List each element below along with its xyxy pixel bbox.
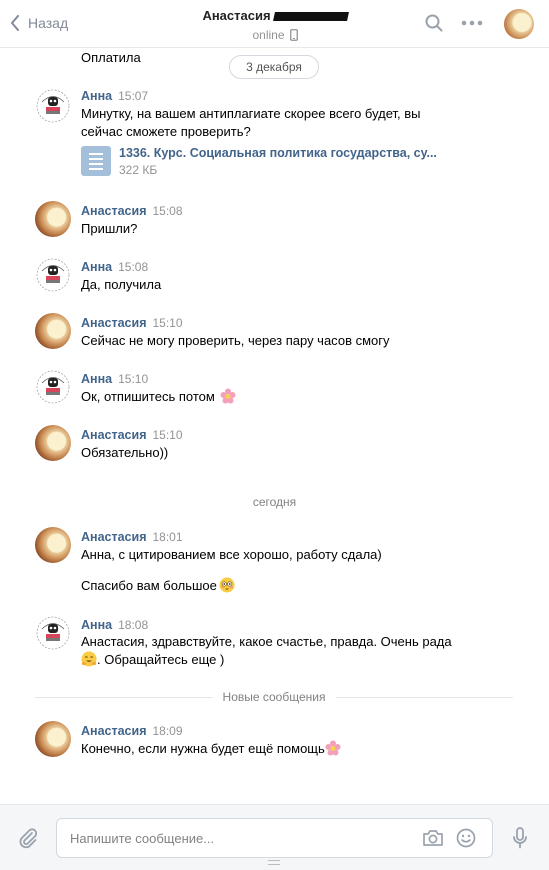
author-label: Анастасия xyxy=(81,204,147,218)
contact-name: Анастасия xyxy=(202,8,271,23)
author-name[interactable]: Анастасия 15:08 xyxy=(81,204,183,218)
flushed-face-emoji-icon xyxy=(219,577,235,593)
status-text: online xyxy=(252,28,285,42)
message-body: Конечно, если нужна будет ещё помощь xyxy=(81,741,325,756)
chat-title-block[interactable]: Анастасия online xyxy=(150,8,400,42)
chat-title: Анастасия xyxy=(150,8,400,23)
file-size: 322 КБ xyxy=(119,163,158,177)
paperclip-icon[interactable] xyxy=(18,827,38,849)
message-text: Обязательно)) xyxy=(81,445,169,460)
message-body: Ок, отпишитесь потом xyxy=(81,389,215,404)
anastasia-avatar[interactable] xyxy=(35,527,71,563)
message-text: Спасибо вам большое xyxy=(81,577,501,595)
message-time: 15:07 xyxy=(118,89,149,103)
author-label: Анастасия xyxy=(81,428,147,442)
message-text: Анастасия, здравствуйте, какое счастье, … xyxy=(81,633,501,669)
author-label: Анастасия xyxy=(81,724,147,738)
author-label: Анастасия xyxy=(81,316,147,330)
new-messages-divider: Новые сообщения xyxy=(35,690,513,704)
date-separator-today: сегодня xyxy=(252,495,297,509)
message-time: 15:08 xyxy=(152,204,183,218)
file-name[interactable]: 1336. Курс. Социальная политика государс… xyxy=(119,146,437,160)
message-text: Минутку, на вашем антиплагиате скорее вс… xyxy=(81,106,421,139)
flower-emoji-icon xyxy=(325,740,341,756)
message-body: Спасибо вам большое xyxy=(81,578,217,593)
message-time: 15:10 xyxy=(118,372,149,386)
seal-logo-icon xyxy=(36,370,70,404)
message-text: Конечно, если нужна будет ещё помощь xyxy=(81,740,501,758)
message-time: 18:09 xyxy=(152,724,183,738)
document-icon xyxy=(81,146,111,176)
seal-logo-icon xyxy=(36,89,70,123)
author-name[interactable]: Анастасия 15:10 xyxy=(81,316,183,330)
message-input[interactable] xyxy=(70,819,410,857)
chevron-left-icon xyxy=(11,15,19,31)
message-time: 18:01 xyxy=(152,530,183,544)
anastasia-avatar[interactable] xyxy=(35,313,71,349)
message-time: 18:08 xyxy=(118,618,149,632)
search-icon[interactable] xyxy=(425,14,443,32)
anna-avatar[interactable] xyxy=(35,88,71,124)
message-text: Оплатила xyxy=(81,50,141,65)
file-attachment[interactable]: 1336. Курс. Социальная политика государс… xyxy=(81,146,437,177)
author-label: Анна xyxy=(81,618,113,632)
chat-header: Назад Анастасия online xyxy=(0,0,549,48)
message-input-box[interactable] xyxy=(56,818,493,858)
message-time: 15:10 xyxy=(152,428,183,442)
anastasia-avatar[interactable] xyxy=(35,425,71,461)
camera-icon[interactable] xyxy=(422,829,444,847)
back-label: Назад xyxy=(28,15,69,31)
message-time: 15:10 xyxy=(152,316,183,330)
hugging-face-emoji-icon xyxy=(81,651,97,667)
message-composer xyxy=(0,804,549,870)
author-name[interactable]: Анна 15:10 xyxy=(81,372,148,386)
anastasia-avatar[interactable] xyxy=(35,201,71,237)
message-text: Сейчас не могу проверить, через пару час… xyxy=(81,333,390,348)
author-name[interactable]: Анна 15:08 xyxy=(81,260,148,274)
flower-emoji-icon xyxy=(220,388,236,404)
redaction-bar xyxy=(272,12,349,22)
message-text: Пришли? xyxy=(81,221,138,236)
mobile-phone-icon xyxy=(289,29,298,41)
seal-logo-icon xyxy=(36,616,70,650)
contact-avatar[interactable] xyxy=(504,9,534,39)
message-text: Ок, отпишитесь потом xyxy=(81,388,501,406)
message-line: Анастасия, здравствуйте, какое счастье, … xyxy=(81,634,452,649)
author-name[interactable]: Анастасия 18:01 xyxy=(81,530,183,544)
anna-avatar[interactable] xyxy=(35,257,71,293)
message-text: Да, получила xyxy=(81,277,162,292)
author-label: Анна xyxy=(81,260,113,274)
author-label: Анна xyxy=(81,372,113,386)
anna-avatar[interactable] xyxy=(35,369,71,405)
message-text: Анна, с цитированием все хорошо, работу … xyxy=(81,547,382,562)
online-status: online xyxy=(150,28,400,42)
message-line-2: . Обращайтесь еще ) xyxy=(81,651,501,669)
more-options-icon[interactable] xyxy=(461,20,483,26)
microphone-icon[interactable] xyxy=(512,827,528,849)
message-time: 15:08 xyxy=(118,260,149,274)
seal-logo-icon xyxy=(36,258,70,292)
author-name[interactable]: Анастасия 18:09 xyxy=(81,724,183,738)
smile-icon[interactable] xyxy=(456,828,476,848)
author-name[interactable]: Анна 18:08 xyxy=(81,618,148,632)
anastasia-avatar[interactable] xyxy=(35,721,71,757)
author-name[interactable]: Анастасия 15:10 xyxy=(81,428,183,442)
anna-avatar[interactable] xyxy=(35,615,71,651)
back-button[interactable]: Назад xyxy=(10,12,68,34)
message-body: . Обращайтесь еще ) xyxy=(97,652,225,667)
new-messages-label: Новые сообщения xyxy=(212,690,336,704)
author-label: Анна xyxy=(81,89,113,103)
author-name[interactable]: Анна 15:07 xyxy=(81,89,148,103)
author-label: Анастасия xyxy=(81,530,147,544)
resize-grip[interactable] xyxy=(268,860,280,865)
